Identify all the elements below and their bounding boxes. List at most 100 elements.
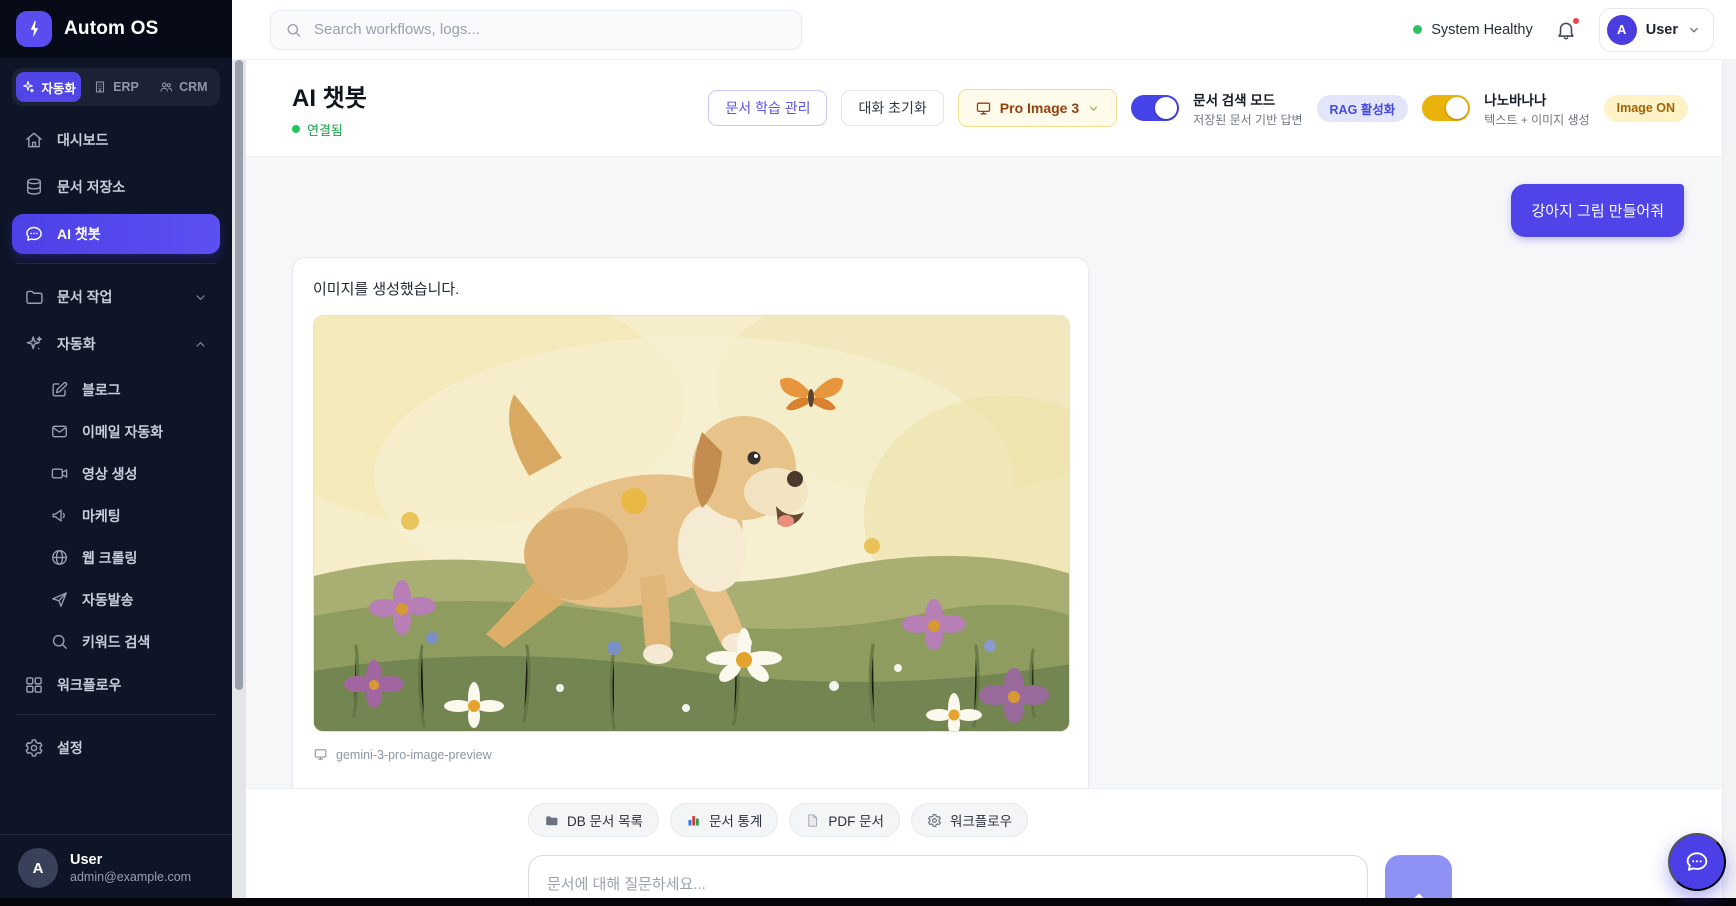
page-header: AI 챗봇 연결됨 문서 학습 관리 대화 초기화 Pro Image 3 문서…: [232, 60, 1736, 157]
quick-action-workflow[interactable]: 워크플로우: [911, 803, 1028, 837]
users-icon: [159, 80, 173, 94]
model-select-button[interactable]: Pro Image 3: [958, 89, 1117, 127]
sidebar-item-automation[interactable]: 자동화: [12, 324, 220, 364]
gear-icon: [24, 738, 44, 758]
doc-search-label: 문서 검색 모드 저장된 문서 기반 답변: [1193, 89, 1302, 128]
bar-chart-icon: [686, 813, 701, 828]
user-email: admin@example.com: [70, 870, 191, 884]
main-scrollbar[interactable]: [1722, 60, 1736, 898]
workspace-tabs: 자동화 ERP CRM: [12, 68, 220, 106]
sidebar-item-marketing[interactable]: 마케팅: [12, 497, 220, 534]
sparkles-icon: [24, 334, 44, 354]
divider: [16, 263, 216, 264]
quick-action-doc-stats[interactable]: 문서 통계: [670, 803, 778, 837]
search-input[interactable]: [312, 20, 787, 39]
video-camera-icon: [50, 464, 69, 483]
notification-bell[interactable]: [1555, 19, 1577, 41]
send-icon: [50, 590, 69, 609]
topbar: System Healthy A User: [232, 0, 1736, 60]
rag-badge: RAG 활성화: [1317, 95, 1409, 122]
divider: [16, 714, 216, 715]
sidebar-item-crawling[interactable]: 웹 크롤링: [12, 539, 220, 576]
page-title: AI 챗봇: [292, 78, 367, 113]
monitor-icon: [975, 100, 992, 117]
brand-header: Autom OS: [0, 0, 232, 58]
file-icon: [805, 813, 820, 828]
app-window: Autom OS 자동화 ERP CRM 대시보드 문서 저: [0, 0, 1736, 906]
nano-label: 나노바나나 텍스트 + 이미지 생성: [1484, 89, 1589, 128]
quick-actions: DB 문서 목록 문서 통계 PDF 문서 워크플로우: [528, 803, 1028, 837]
sidebar-item-blog[interactable]: 블로그: [12, 371, 220, 408]
sidebar-item-keyword[interactable]: 키워드 검색: [12, 623, 220, 660]
chat-dots-icon: [1683, 848, 1711, 876]
folder-icon: [544, 813, 559, 828]
sidebar-item-doc-storage[interactable]: 문서 저장소: [12, 167, 220, 207]
sidebar-item-autosend[interactable]: 자동발송: [12, 581, 220, 618]
doc-search-toggle[interactable]: [1131, 95, 1179, 121]
tab-crm[interactable]: CRM: [151, 72, 216, 102]
status-dot: [292, 125, 300, 133]
megaphone-icon: [50, 506, 69, 525]
puppy-watercolor-illustration: [314, 316, 1070, 732]
header-controls: 문서 학습 관리 대화 초기화 Pro Image 3 문서 검색 모드 저장된…: [708, 89, 1688, 128]
folder-icon: [24, 287, 44, 307]
monitor-icon: [313, 747, 328, 762]
composer-panel: DB 문서 목록 문서 통계 PDF 문서 워크플로우: [246, 788, 1722, 898]
connection-status: 연결됨: [292, 120, 367, 139]
home-icon: [24, 130, 44, 150]
bottom-edge: [0, 898, 1736, 906]
globe-icon: [50, 548, 69, 567]
sidebar-scrollbar[interactable]: [232, 60, 246, 898]
bolt-icon: [16, 11, 52, 47]
grid-icon: [24, 675, 44, 695]
building-icon: [93, 80, 107, 94]
toggle-knob: [1446, 97, 1468, 119]
notification-badge: [1571, 16, 1581, 26]
sidebar-nav: 대시보드 문서 저장소 AI 챗봇 문서 작업 자동화: [0, 112, 232, 834]
avatar: A: [18, 848, 58, 888]
image-model-caption: gemini-3-pro-image-preview: [313, 747, 1068, 762]
mail-icon: [50, 422, 69, 441]
user-menu[interactable]: A User: [1599, 8, 1714, 52]
sidebar-user[interactable]: A User admin@example.com: [0, 834, 232, 906]
reset-chat-button[interactable]: 대화 초기화: [841, 90, 943, 126]
sparkles-icon: [21, 80, 35, 94]
chevron-down-icon: [1687, 23, 1701, 37]
sidebar-item-settings[interactable]: 설정: [12, 728, 220, 768]
chevron-down-icon: [1087, 102, 1100, 115]
assistant-message-text: 이미지를 생성했습니다.: [313, 278, 1068, 299]
toggle-knob: [1155, 97, 1177, 119]
topbar-right: System Healthy A User: [1413, 8, 1714, 52]
sidebar-item-email[interactable]: 이메일 자동화: [12, 413, 220, 450]
assistant-message-card: 이미지를 생성했습니다.: [292, 257, 1089, 813]
doc-training-button[interactable]: 문서 학습 관리: [708, 90, 827, 126]
status-dot: [1413, 25, 1422, 34]
sidebar-item-video[interactable]: 영상 생성: [12, 455, 220, 492]
chevron-down-icon: [193, 290, 208, 305]
nano-toggle[interactable]: [1422, 95, 1470, 121]
user-name: User: [70, 852, 191, 868]
database-icon: [24, 177, 44, 197]
avatar: A: [1607, 15, 1637, 45]
gear-icon: [927, 813, 942, 828]
chat-bubble-icon: [24, 224, 44, 244]
generated-image[interactable]: [313, 315, 1070, 732]
sidebar-item-ai-chatbot[interactable]: AI 챗봇: [12, 214, 220, 254]
sidebar-item-workflow[interactable]: 워크플로우: [12, 665, 220, 705]
system-status: System Healthy: [1413, 22, 1533, 38]
tab-automation[interactable]: 자동화: [16, 72, 81, 102]
search-icon: [50, 632, 69, 651]
quick-action-pdf-docs[interactable]: PDF 문서: [789, 803, 900, 837]
edit-icon: [50, 380, 69, 399]
quick-action-db-docs[interactable]: DB 문서 목록: [528, 803, 659, 837]
global-search[interactable]: [270, 10, 802, 50]
chevron-up-icon: [193, 337, 208, 352]
brand-name: Autom OS: [64, 18, 159, 40]
tab-erp[interactable]: ERP: [83, 72, 148, 102]
scrollbar-thumb[interactable]: [235, 60, 243, 690]
search-icon: [285, 21, 302, 39]
image-on-badge: Image ON: [1604, 95, 1688, 122]
sidebar-item-doc-work[interactable]: 문서 작업: [12, 277, 220, 317]
chat-fab[interactable]: [1668, 833, 1726, 891]
sidebar-item-dashboard[interactable]: 대시보드: [12, 120, 220, 160]
